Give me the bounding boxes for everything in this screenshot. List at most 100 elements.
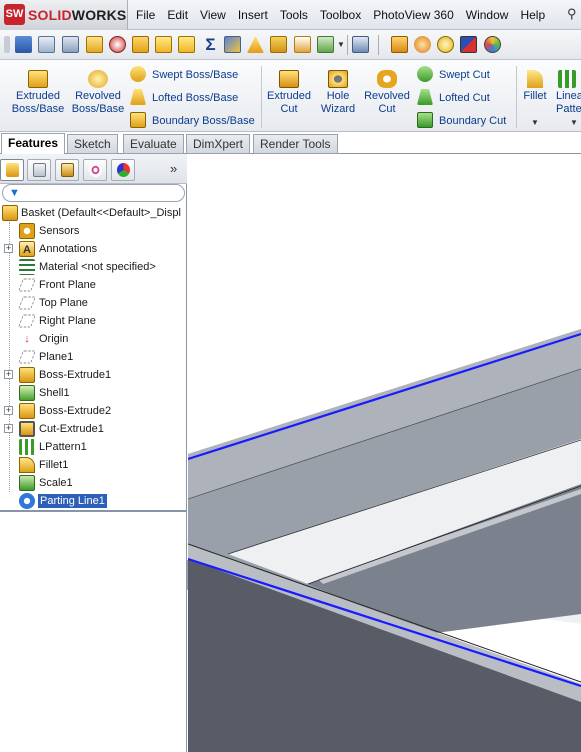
- spell-check-icon[interactable]: [15, 36, 32, 53]
- hole-wizard-button[interactable]: Hole Wizard: [316, 64, 360, 116]
- tree-item-right-plane[interactable]: Right Plane: [0, 312, 187, 330]
- menu-help[interactable]: Help: [514, 0, 551, 30]
- tree-item-label: Origin: [39, 333, 69, 345]
- dropdown-arrow-icon[interactable]: ▼: [337, 36, 345, 53]
- expand-icon[interactable]: +: [4, 424, 13, 433]
- fillet-icon: [527, 70, 543, 88]
- geometry-analysis-icon[interactable]: [132, 36, 149, 53]
- shell-icon: [19, 385, 35, 401]
- tree-root-part[interactable]: Basket (Default<<Default>_Displ: [0, 204, 187, 222]
- costing-icon[interactable]: [414, 36, 431, 53]
- tree-filter-input[interactable]: ▼: [2, 184, 185, 202]
- swept-boss-icon: [130, 66, 146, 82]
- moldflow-icon[interactable]: [391, 36, 408, 53]
- feature-manager-panel: » ▼ Basket (Default<<Default>_Displ Sens…: [0, 154, 187, 752]
- property-manager-tab[interactable]: [27, 159, 51, 181]
- menu-view[interactable]: View: [194, 0, 232, 30]
- solidworks-logo-text: SOLIDWORKS: [28, 7, 127, 23]
- tab-render-tools[interactable]: Render Tools: [253, 134, 338, 154]
- tree-item-cut-extrude1[interactable]: + Cut-Extrude1: [0, 420, 187, 438]
- menu-insert[interactable]: Insert: [232, 0, 274, 30]
- boundary-cut-button[interactable]: Boundary Cut: [417, 111, 513, 131]
- tab-sketch[interactable]: Sketch: [67, 134, 118, 154]
- draft-analysis-icon[interactable]: [247, 36, 264, 53]
- tree-item-label: Sensors: [39, 225, 80, 237]
- plane-icon: [18, 314, 36, 328]
- tree-item-material-not-specified[interactable]: Material <not specified>: [0, 258, 187, 276]
- check-icon[interactable]: [109, 36, 126, 53]
- boundary-boss-button[interactable]: Boundary Boss/Base: [130, 111, 258, 131]
- search-icon[interactable]: ⚲: [567, 6, 581, 24]
- zebra-stripes-icon[interactable]: [224, 36, 241, 53]
- tab-evaluate[interactable]: Evaluate: [123, 134, 184, 154]
- swept-cut-button[interactable]: Swept Cut: [417, 65, 513, 85]
- parting-line-analysis-icon[interactable]: [294, 36, 311, 53]
- linear-pattern-dropdown-icon[interactable]: ▼: [570, 118, 578, 127]
- sigma-icon[interactable]: Σ: [202, 36, 219, 53]
- tab-features[interactable]: Features: [1, 133, 66, 155]
- annotations-icon: A: [19, 241, 35, 257]
- tree-item-scale1[interactable]: Scale1: [0, 474, 187, 492]
- revolved-boss-button[interactable]: Revolved Boss/Base: [70, 64, 126, 116]
- tree-item-lpattern1[interactable]: LPattern1: [0, 438, 187, 456]
- appearance-icon[interactable]: [484, 36, 501, 53]
- import-diagnostics-icon[interactable]: [155, 36, 172, 53]
- basket-model-view[interactable]: [188, 154, 581, 752]
- thickness-analysis-icon[interactable]: [317, 36, 334, 53]
- menu-photoview[interactable]: PhotoView 360: [367, 0, 460, 30]
- tree-item-parting-line1[interactable]: Parting Line1: [0, 492, 187, 510]
- design-checker-icon[interactable]: [437, 36, 454, 53]
- expand-icon[interactable]: +: [4, 244, 13, 253]
- tab-dimxpert[interactable]: DimXpert: [186, 134, 251, 154]
- lofted-boss-button[interactable]: Lofted Boss/Base: [130, 88, 258, 108]
- menu-file[interactable]: File: [130, 0, 161, 30]
- command-separator: [516, 66, 517, 128]
- material-icon: [19, 259, 35, 275]
- tree-item-label: Shell1: [39, 387, 70, 399]
- configuration-manager-tab[interactable]: [55, 159, 79, 181]
- tree-item-shell1[interactable]: Shell1: [0, 384, 187, 402]
- tree-item-top-plane[interactable]: Top Plane: [0, 294, 187, 312]
- fillet-button[interactable]: Fillet: [520, 64, 550, 103]
- part-icon: [2, 205, 18, 221]
- menu-tools[interactable]: Tools: [274, 0, 314, 30]
- tree-item-label: Top Plane: [39, 297, 88, 309]
- menu-edit[interactable]: Edit: [161, 0, 194, 30]
- lofted-cut-button[interactable]: Lofted Cut: [417, 88, 513, 108]
- toolbar-grip[interactable]: [4, 36, 10, 53]
- tree-item-annotations[interactable]: + A Annotations: [0, 240, 187, 258]
- tree-item-boss-extrude2[interactable]: + Boss-Extrude2: [0, 402, 187, 420]
- deviation-analysis-icon[interactable]: [178, 36, 195, 53]
- mass-properties-icon[interactable]: [62, 36, 79, 53]
- fillet-dropdown-icon[interactable]: ▼: [531, 118, 539, 127]
- linear-pattern-button[interactable]: Linear Pattern: [552, 64, 581, 116]
- tree-item-sensors[interactable]: Sensors: [0, 222, 187, 240]
- chevron-right-icon[interactable]: »: [170, 161, 177, 176]
- undercut-analysis-icon[interactable]: [270, 36, 287, 53]
- sustainability-icon[interactable]: [460, 36, 477, 53]
- tree-item-boss-extrude1[interactable]: + Boss-Extrude1: [0, 366, 187, 384]
- tree-item-front-plane[interactable]: Front Plane: [0, 276, 187, 294]
- tree-item-plane1[interactable]: Plane1: [0, 348, 187, 366]
- graphics-area[interactable]: [188, 154, 581, 752]
- tree-item-label: Parting Line1: [38, 494, 107, 508]
- dimxpert-manager-tab[interactable]: [83, 159, 107, 181]
- expand-icon[interactable]: +: [4, 370, 13, 379]
- measure-icon[interactable]: [38, 36, 55, 53]
- revolved-cut-button[interactable]: Revolved Cut: [362, 64, 412, 116]
- solidworks-logo[interactable]: SW SOLIDWORKS: [0, 0, 128, 30]
- boundary-boss-icon: [130, 112, 146, 128]
- feature-manager-tab[interactable]: [0, 159, 24, 181]
- tree-item-fillet1[interactable]: Fillet1: [0, 456, 187, 474]
- expand-icon[interactable]: +: [4, 406, 13, 415]
- menu-window[interactable]: Window: [460, 0, 515, 30]
- swept-boss-button[interactable]: Swept Boss/Base: [130, 65, 258, 85]
- extruded-boss-icon: [28, 70, 48, 88]
- tree-item-origin[interactable]: ↓ Origin: [0, 330, 187, 348]
- compare-documents-icon[interactable]: [352, 36, 369, 53]
- section-properties-icon[interactable]: [86, 36, 103, 53]
- display-manager-tab[interactable]: [111, 159, 135, 181]
- menu-toolbox[interactable]: Toolbox: [314, 0, 367, 30]
- extruded-boss-button[interactable]: Extruded Boss/Base: [10, 64, 66, 116]
- extruded-cut-button[interactable]: Extruded Cut: [264, 64, 314, 116]
